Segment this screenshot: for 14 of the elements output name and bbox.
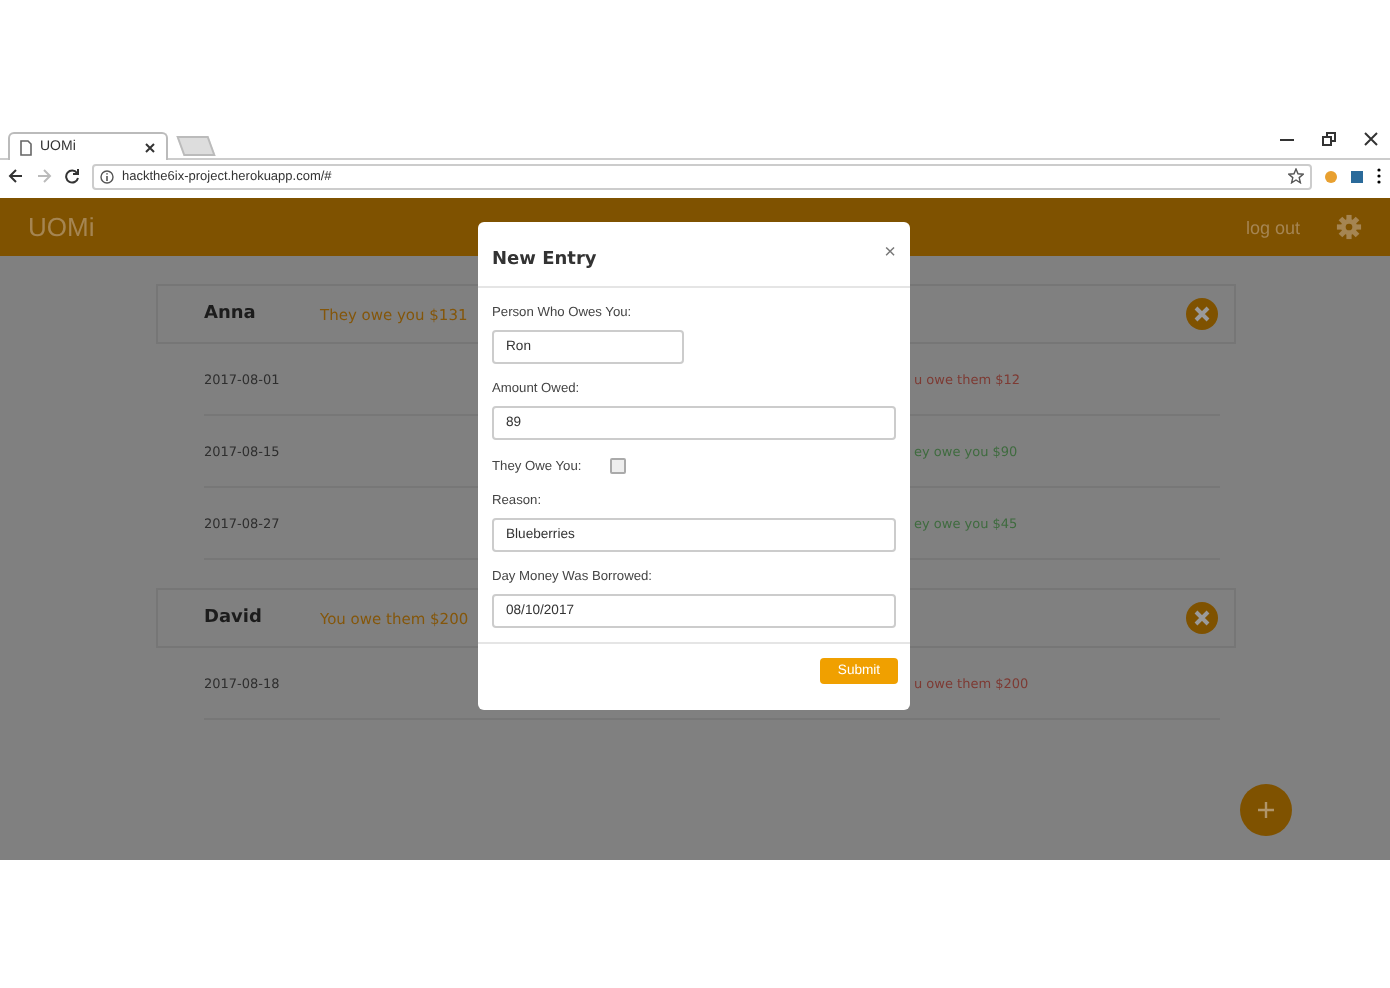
close-icon[interactable] [1364,132,1378,146]
close-button[interactable]: × [884,241,896,263]
restore-icon[interactable] [1322,132,1336,146]
page-icon [20,139,32,155]
reload-icon[interactable] [64,168,80,184]
close-icon[interactable] [144,141,156,153]
info-icon [100,169,114,183]
checkbox[interactable] [609,458,626,474]
back-icon[interactable] [8,168,24,184]
person-name: Anna [204,304,258,324]
menu-icon[interactable] [1376,168,1382,184]
person-name: David [204,608,264,628]
dialog-title: New Entry [492,250,597,270]
star-icon[interactable] [1288,168,1304,184]
